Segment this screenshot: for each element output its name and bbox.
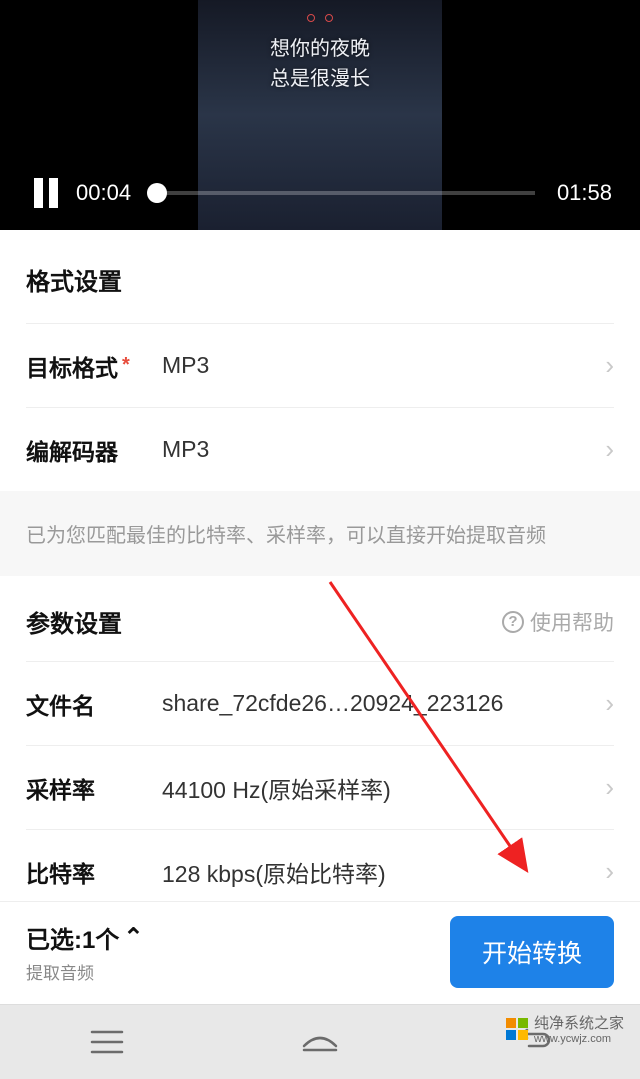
row-label: 文件名 (26, 687, 162, 721)
row-value: MP3 (162, 436, 605, 463)
row-value: 128 kbps(原始比特率) (162, 855, 605, 889)
row-label: 目标格式 * (26, 349, 162, 383)
row-filename[interactable]: 文件名 share_72cfde26…20924_223126 › (26, 661, 614, 745)
chevron-right-icon: › (605, 350, 614, 381)
row-label: 编解码器 (26, 433, 162, 467)
chevron-right-icon: › (605, 772, 614, 803)
lyrics-line: 总是很漫长 (270, 64, 370, 94)
row-value: MP3 (162, 352, 605, 379)
watermark: 纯净系统之家 www.ycwjz.com (506, 1012, 624, 1045)
pause-button[interactable] (34, 178, 60, 208)
convert-button[interactable]: 开始转换 (450, 916, 614, 988)
row-codec[interactable]: 编解码器 MP3 › (26, 407, 614, 491)
player-controls: 00:04 01:58 (0, 178, 640, 208)
progress-bar[interactable] (153, 191, 535, 195)
dot (307, 14, 315, 22)
carousel-dots (307, 14, 333, 22)
dot (325, 14, 333, 22)
current-time: 00:04 (76, 180, 131, 206)
chevron-right-icon: › (605, 688, 614, 719)
selected-sub: 提取音频 (26, 959, 143, 984)
selected-count: 已选:1个 ⌃ (26, 920, 143, 955)
param-section: 文件名 share_72cfde26…20924_223126 › 采样率 44… (0, 661, 640, 913)
section-title: 格式设置 (26, 230, 614, 323)
watermark-text: 纯净系统之家 www.ycwjz.com (534, 1012, 624, 1045)
format-section: 格式设置 目标格式 * MP3 › 编解码器 MP3 › (0, 230, 640, 491)
row-value: 44100 Hz(原始采样率) (162, 771, 605, 805)
help-link[interactable]: ? 使用帮助 (502, 607, 614, 637)
chevron-right-icon: › (605, 434, 614, 465)
row-target-format[interactable]: 目标格式 * MP3 › (26, 323, 614, 407)
help-label: 使用帮助 (530, 607, 614, 637)
selected-info[interactable]: 已选:1个 ⌃ 提取音频 (26, 920, 143, 984)
row-label: 比特率 (26, 855, 162, 889)
bottom-bar: 已选:1个 ⌃ 提取音频 开始转换 (0, 901, 640, 1004)
info-banner: 已为您匹配最佳的比特率、采样率，可以直接开始提取音频 (0, 491, 640, 576)
duration: 01:58 (557, 180, 612, 206)
param-header: 参数设置 ? 使用帮助 (0, 576, 640, 661)
lyrics-line: 想你的夜晚 (270, 34, 370, 64)
help-icon: ? (502, 611, 524, 633)
menu-button[interactable] (83, 1018, 131, 1066)
video-player: 想你的夜晚 总是很漫长 00:04 01:58 (0, 0, 640, 230)
progress-thumb[interactable] (147, 183, 167, 203)
required-star: * (122, 354, 130, 377)
watermark-logo-icon (506, 1018, 528, 1040)
row-label: 采样率 (26, 771, 162, 805)
chevron-up-icon: ⌃ (123, 923, 143, 952)
row-value: share_72cfde26…20924_223126 (162, 690, 605, 717)
chevron-right-icon: › (605, 856, 614, 887)
lyrics: 想你的夜晚 总是很漫长 (270, 34, 370, 94)
home-button[interactable] (296, 1018, 344, 1066)
row-sample-rate[interactable]: 采样率 44100 Hz(原始采样率) › (26, 745, 614, 829)
section-title: 参数设置 (26, 604, 122, 639)
